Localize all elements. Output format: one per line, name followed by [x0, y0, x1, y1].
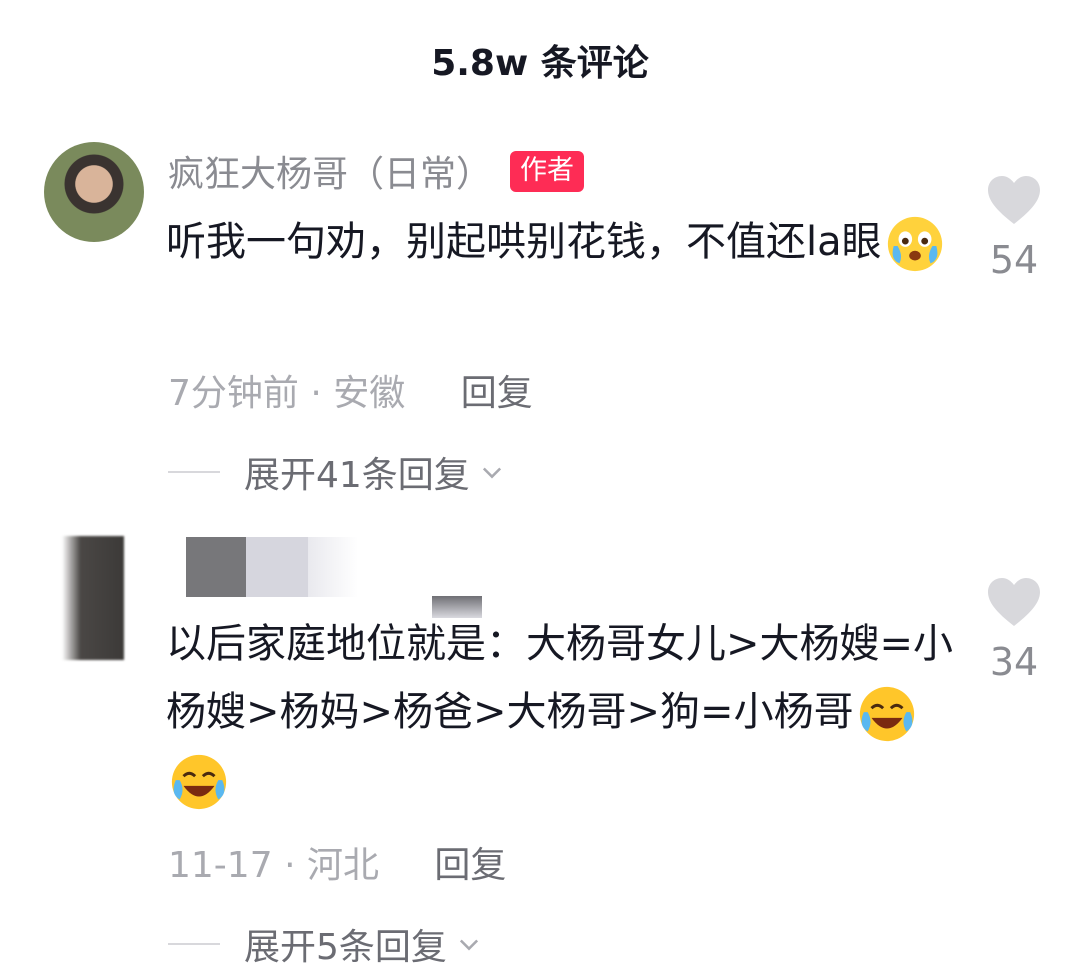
- meta-separator: ·: [310, 373, 334, 414]
- meta-separator: ·: [284, 845, 307, 886]
- comment-meta: 7分钟前 · 安徽 回复: [168, 364, 533, 416]
- crying-emoji-icon: [887, 216, 942, 272]
- reply-button[interactable]: 回复: [434, 845, 506, 886]
- comment-text-content: 听我一句劝，别起哄别花钱，不值还la眼: [166, 219, 882, 265]
- heart-icon[interactable]: [986, 174, 1042, 226]
- divider-line: [168, 943, 220, 945]
- comment-meta: 11-17 · 河北 回复: [168, 836, 506, 888]
- like-button[interactable]: 34: [984, 576, 1044, 684]
- username-redacted: [308, 537, 358, 597]
- heart-icon[interactable]: [986, 576, 1042, 628]
- comment-text: 听我一句劝，别起哄别花钱，不值还la眼: [166, 208, 956, 276]
- comment-time: 11-17: [168, 845, 273, 886]
- laughing-crying-emoji-icon: [171, 754, 227, 810]
- comment-text: 以后家庭地位就是：大杨哥女儿>大杨嫂=小杨嫂>杨妈>杨爸>大杨哥>狗=小杨哥: [166, 610, 956, 814]
- author-badge: 作者: [510, 150, 585, 192]
- like-count: 34: [989, 640, 1039, 684]
- expand-replies-button[interactable]: 展开5条回复: [168, 918, 483, 970]
- like-count: 54: [989, 238, 1039, 282]
- avatar[interactable]: [62, 536, 124, 660]
- username[interactable]: 疯狂大杨哥（日常）: [168, 145, 492, 197]
- comment-count-title: 5.8w 条评论: [431, 43, 649, 84]
- comment-location: 河北: [306, 845, 379, 886]
- laughing-crying-emoji-icon: [859, 686, 914, 742]
- expand-replies-button[interactable]: 展开41条回复: [168, 446, 506, 498]
- comment-text-content: 以后家庭地位就是：大杨哥女儿>大杨嫂=小杨嫂>杨妈>杨爸>大杨哥>狗=小杨哥: [166, 621, 954, 735]
- username-redacted: [246, 537, 308, 597]
- expand-replies-label: 展开5条回复: [244, 927, 447, 968]
- comment-location: 安徽: [333, 373, 406, 414]
- reply-button[interactable]: 回复: [461, 373, 533, 414]
- chevron-down-icon: [459, 939, 478, 951]
- avatar[interactable]: [44, 142, 144, 242]
- comment-time: 7分钟前: [168, 373, 299, 414]
- divider-line: [168, 471, 220, 473]
- like-button[interactable]: 54: [984, 174, 1044, 282]
- chevron-down-icon: [482, 467, 501, 479]
- comment-author-row: 疯狂大杨哥（日常） 作者: [168, 145, 585, 197]
- username-redacted: [186, 537, 248, 597]
- expand-replies-label: 展开41条回复: [244, 455, 470, 496]
